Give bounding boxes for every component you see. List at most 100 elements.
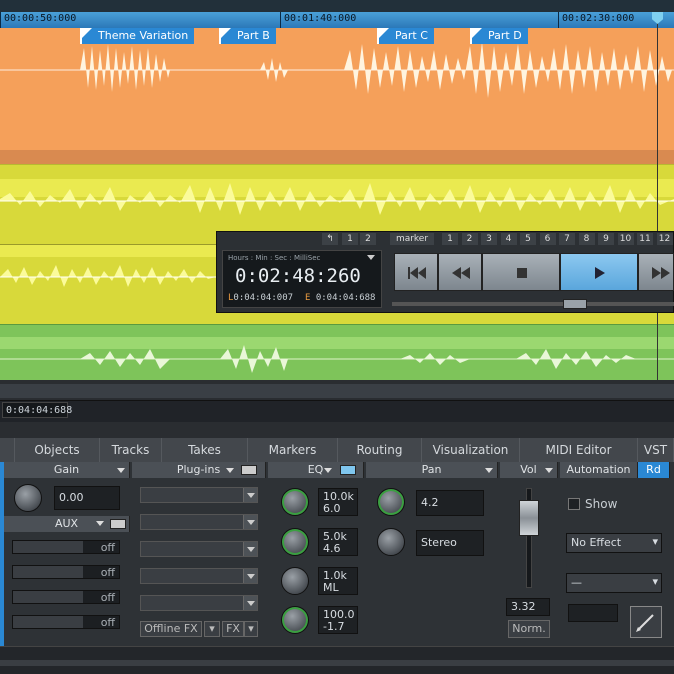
- marker-num-1[interactable]: 1: [442, 233, 458, 245]
- pan-header[interactable]: Pan: [366, 462, 498, 478]
- eq-band-1-value[interactable]: 10.0k 6.0: [318, 488, 358, 516]
- marker-num-8[interactable]: 8: [578, 233, 595, 245]
- marker-part-d[interactable]: Part D: [470, 28, 528, 44]
- position-display: 0:04:04:688: [2, 402, 72, 418]
- time-counter[interactable]: Hours : Min : Sec : MilliSec 0:02:48:260…: [222, 250, 382, 308]
- aux-send-1[interactable]: off: [12, 540, 120, 554]
- plugin-slot-1[interactable]: [140, 487, 258, 503]
- marker-num-11[interactable]: 11: [637, 233, 653, 245]
- fx-dropdown[interactable]: ▾: [244, 621, 258, 637]
- audio-track-4[interactable]: [0, 324, 674, 380]
- tab-visualization[interactable]: Visualization: [422, 438, 520, 462]
- pan-value[interactable]: 4.2: [416, 490, 484, 516]
- play-button[interactable]: [560, 253, 638, 291]
- show-label: Show: [585, 497, 618, 511]
- counter-dropdown-icon[interactable]: [367, 255, 375, 260]
- tab-tracks[interactable]: Tracks: [100, 438, 162, 462]
- left-num-1[interactable]: 1: [342, 233, 358, 245]
- pencil-icon: [636, 614, 654, 632]
- gain-header[interactable]: Gain: [4, 462, 130, 478]
- rewind-button[interactable]: [438, 253, 482, 291]
- left-time: 0:04:04:007: [233, 293, 294, 303]
- end-prefix: E: [305, 293, 311, 303]
- aux-send-2[interactable]: off: [12, 565, 120, 579]
- tab-midi-editor[interactable]: MIDI Editor: [520, 438, 638, 462]
- param-select[interactable]: — ▾: [566, 573, 662, 593]
- pencil-button[interactable]: [630, 606, 662, 638]
- pan-knob[interactable]: [377, 488, 405, 516]
- marker-num-3[interactable]: 3: [481, 233, 497, 245]
- plugins-toggle[interactable]: [241, 465, 257, 475]
- plugins-dropdown-icon[interactable]: [226, 468, 234, 473]
- eq-dropdown-icon[interactable]: [324, 468, 332, 473]
- eq-band-3-knob[interactable]: [281, 567, 309, 595]
- fx-button[interactable]: FX: [222, 621, 244, 637]
- audio-track-1[interactable]: [0, 28, 674, 164]
- read-mode-button[interactable]: Rd: [638, 462, 670, 478]
- eq-band-2-knob[interactable]: [281, 528, 309, 556]
- eq-band-3-value[interactable]: 1.0k ML: [318, 567, 358, 595]
- rewind-start-icon: [408, 267, 426, 279]
- eq-toggle[interactable]: [340, 465, 356, 475]
- tab-vst[interactable]: VST: [638, 438, 674, 462]
- undo-button[interactable]: ↰: [322, 233, 338, 245]
- tab-objects[interactable]: Objects: [15, 438, 100, 462]
- aux-dropdown-icon[interactable]: [96, 521, 104, 526]
- gain-value[interactable]: 0.00: [54, 486, 120, 510]
- eq-band-2-value[interactable]: 5.0k 4.6: [318, 528, 358, 556]
- marker-num-12[interactable]: 12: [656, 233, 673, 245]
- fast-forward-button[interactable]: [638, 253, 674, 291]
- plugin-slot-2[interactable]: [140, 514, 258, 530]
- transport-scroll-thumb[interactable]: [563, 299, 587, 309]
- vol-fader-handle[interactable]: [519, 500, 539, 536]
- offline-fx-dropdown[interactable]: ▾: [204, 621, 220, 637]
- ruler-label-3: 00:02:30:000: [562, 13, 635, 24]
- marker-part-b[interactable]: Part B: [219, 28, 276, 44]
- marker-num-9[interactable]: 9: [598, 233, 614, 245]
- eq-band-4-value[interactable]: 100.0 -1.7: [318, 606, 358, 634]
- marker-num-10[interactable]: 10: [617, 233, 634, 245]
- marker-num-7[interactable]: 7: [559, 233, 575, 245]
- marker-num-4[interactable]: 4: [500, 233, 517, 245]
- transport-scroll-track[interactable]: [392, 302, 674, 306]
- plugin-slot-3[interactable]: [140, 541, 258, 557]
- stereo-mode[interactable]: Stereo: [416, 530, 484, 556]
- param-dropdown-icon: ▾: [652, 575, 658, 588]
- aux-toggle[interactable]: [110, 519, 126, 529]
- plugin-slot-4[interactable]: [140, 568, 258, 584]
- rewind-start-button[interactable]: [394, 253, 438, 291]
- stereo-knob[interactable]: [377, 528, 405, 556]
- offline-fx-button[interactable]: Offline FX: [140, 621, 202, 637]
- fast-forward-icon: [652, 267, 670, 279]
- vol-dropdown-icon: [545, 468, 553, 473]
- plugin-slot-5[interactable]: [140, 595, 258, 611]
- tab-takes[interactable]: Takes: [162, 438, 248, 462]
- playhead-line: [657, 14, 658, 380]
- vol-header[interactable]: Vol: [500, 462, 558, 478]
- stop-button[interactable]: [482, 253, 560, 291]
- marker-theme-variation[interactable]: Theme Variation: [80, 28, 195, 44]
- automation-header[interactable]: Automation: [560, 462, 638, 478]
- vol-value[interactable]: 3.32: [506, 598, 550, 616]
- marker-num-6[interactable]: 6: [539, 233, 556, 245]
- automation-value-field[interactable]: [568, 604, 618, 622]
- marker-part-c[interactable]: Part C: [377, 28, 434, 44]
- aux-send-3[interactable]: off: [12, 590, 120, 604]
- aux-send-4[interactable]: off: [12, 615, 120, 629]
- eq-band-4-knob[interactable]: [281, 606, 309, 634]
- tab-markers[interactable]: Markers: [248, 438, 338, 462]
- time-ruler[interactable]: 00:00:50:000 00:01:40:000 00:02:30:000: [0, 12, 674, 28]
- mixer-scroll-indicator[interactable]: [0, 462, 4, 646]
- normalize-button[interactable]: Norm.: [508, 620, 550, 638]
- marker-num-2[interactable]: 2: [461, 233, 478, 245]
- splitter-bar[interactable]: [0, 384, 674, 398]
- bottom-scrollbar[interactable]: [0, 660, 674, 666]
- gain-knob[interactable]: [14, 484, 42, 512]
- marker-num-5[interactable]: 5: [520, 233, 536, 245]
- tab-routing[interactable]: Routing: [338, 438, 422, 462]
- show-checkbox[interactable]: [568, 498, 580, 510]
- eq-band-1-knob[interactable]: [281, 488, 309, 516]
- effect-select[interactable]: No Effect ▾: [566, 533, 662, 553]
- left-num-2[interactable]: 2: [360, 233, 376, 245]
- waveform-track-3: [0, 245, 216, 287]
